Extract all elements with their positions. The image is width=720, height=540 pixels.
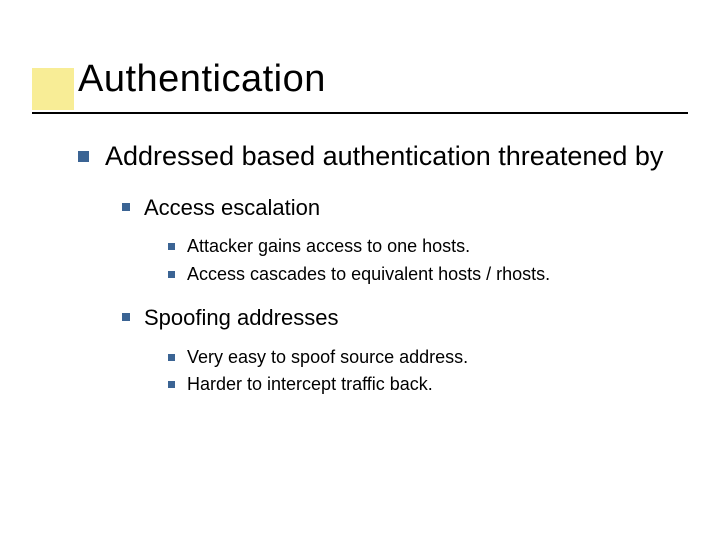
bullet-level2-text: Spoofing addresses <box>144 304 338 332</box>
square-bullet-icon <box>168 354 175 361</box>
slide-body: Addressed based authentication threatene… <box>78 140 688 396</box>
square-bullet-icon <box>168 381 175 388</box>
bullet-level3-text: Harder to intercept traffic back. <box>187 373 433 396</box>
bullet-level3-text: Very easy to spoof source address. <box>187 346 468 369</box>
bullet-level2-text: Access escalation <box>144 194 320 222</box>
square-bullet-icon <box>168 271 175 278</box>
square-bullet-icon <box>122 203 130 211</box>
bullet-level1: Addressed based authentication threatene… <box>78 140 688 174</box>
title-accent-square <box>32 68 74 110</box>
square-bullet-icon <box>168 243 175 250</box>
bullet-level1-text: Addressed based authentication threatene… <box>105 140 663 174</box>
slide-title: Authentication <box>78 58 326 101</box>
bullet-level3-text: Access cascades to equivalent hosts / rh… <box>187 263 550 286</box>
bullet-level3: Very easy to spoof source address. <box>168 346 688 369</box>
bullet-level3: Harder to intercept traffic back. <box>168 373 688 396</box>
bullet-level3: Attacker gains access to one hosts. <box>168 235 688 258</box>
bullet-level2: Access escalation <box>122 194 688 222</box>
bullet-level3-text: Attacker gains access to one hosts. <box>187 235 470 258</box>
bullet-level3: Access cascades to equivalent hosts / rh… <box>168 263 688 286</box>
square-bullet-icon <box>122 313 130 321</box>
square-bullet-icon <box>78 151 89 162</box>
bullet-level2: Spoofing addresses <box>122 304 688 332</box>
title-underline <box>32 112 688 114</box>
